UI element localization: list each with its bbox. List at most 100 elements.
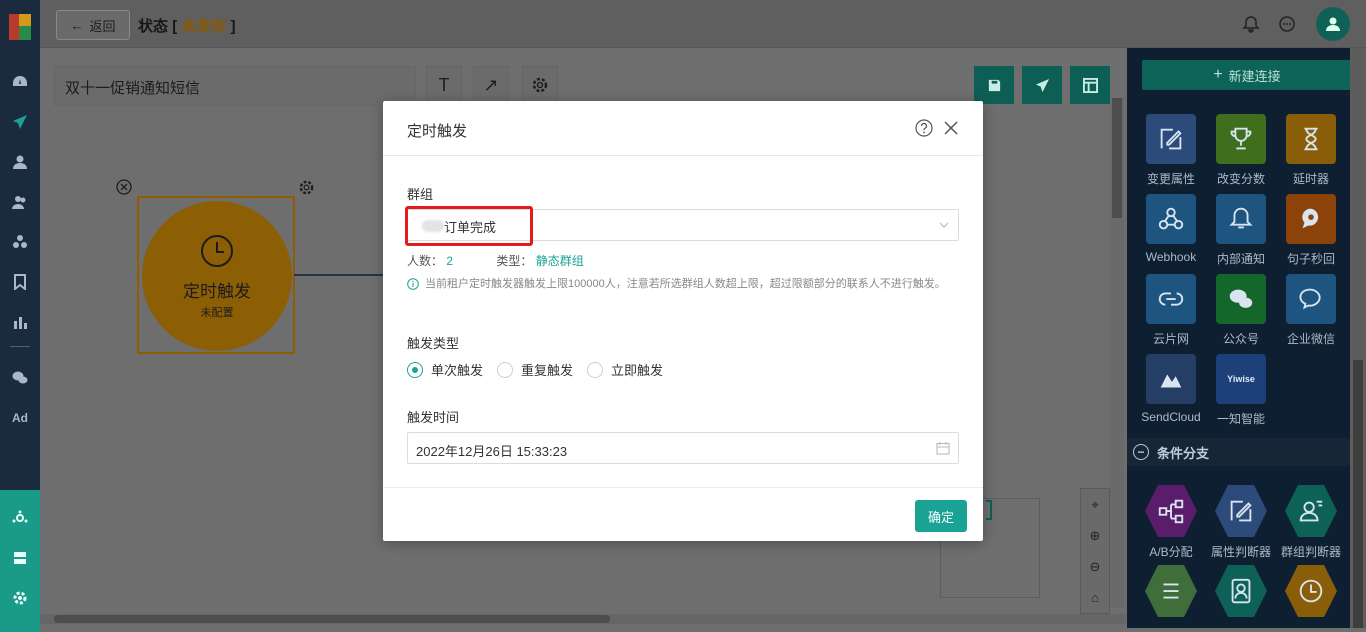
left-sidebar: Ad	[0, 0, 40, 632]
status-title: 状态 [ 未发布 ]	[138, 15, 236, 36]
back-button[interactable]: ← 返回	[56, 10, 130, 40]
clock-icon	[1285, 565, 1337, 617]
component-tile[interactable]: SendCloud	[1135, 354, 1207, 424]
publish-button[interactable]	[1022, 66, 1062, 104]
component-tile[interactable]: 内部通知	[1205, 194, 1277, 267]
server-icon[interactable]	[8, 546, 32, 570]
settings-icon[interactable]	[8, 586, 32, 610]
radio-button[interactable]	[497, 361, 514, 378]
users-icon[interactable]	[8, 190, 32, 214]
arrow-up-right-icon: ↗	[483, 74, 499, 95]
component-tile-label: 云片网	[1152, 332, 1189, 346]
layout-button[interactable]	[1070, 66, 1110, 104]
radio-immediate-trigger[interactable]: 立即触发	[587, 360, 663, 379]
radio-single-trigger[interactable]: 单次触发	[407, 360, 483, 379]
node-gear-icon[interactable]	[298, 179, 315, 196]
arrow-left-icon: ←	[70, 17, 84, 33]
dashboard-icon[interactable]	[8, 70, 32, 94]
sendcloud-icon	[1146, 354, 1196, 404]
close-icon[interactable]	[943, 120, 959, 136]
bell-icon[interactable]	[1242, 15, 1260, 33]
component-tile[interactable]	[1275, 565, 1347, 623]
group-meta: 人数： 2 类型： 静态群组	[407, 252, 584, 269]
group-label: 群组	[407, 187, 434, 202]
component-tile[interactable]: 句子秒回	[1275, 194, 1347, 267]
sitemap-icon: ⌂	[1091, 590, 1099, 605]
zoom-in-icon: ⊕	[1089, 527, 1101, 543]
component-tile[interactable]	[1205, 565, 1277, 623]
user-icon[interactable]	[8, 150, 32, 174]
fit-view-button[interactable]: ⌂	[1081, 582, 1109, 613]
zoom-in-button[interactable]: ⊕	[1081, 520, 1109, 551]
component-tile[interactable]: 改变分数	[1205, 114, 1277, 187]
save-button[interactable]	[974, 66, 1014, 104]
sidebar-divider	[10, 346, 30, 347]
component-tile[interactable]	[1135, 565, 1207, 623]
type-label: 类型：	[496, 254, 533, 268]
canvas-settings-button[interactable]	[522, 66, 558, 104]
component-tile-label: 属性判断器	[1210, 545, 1271, 559]
radio-label: 重复触发	[521, 363, 574, 378]
component-tile-label: 内部通知	[1216, 252, 1265, 266]
message-icon[interactable]	[1278, 15, 1296, 33]
bar-chart-icon[interactable]	[8, 310, 32, 334]
radio-repeat-trigger[interactable]: 重复触发	[497, 360, 573, 379]
cluster-icon[interactable]	[8, 230, 32, 254]
wechat-icon[interactable]	[8, 366, 32, 390]
send-icon[interactable]	[8, 110, 32, 134]
component-panel: + 新建连接 变更属性 改变分数 延时器 Webhook 内部通知 句子秒回云片网 公众号 企…	[1127, 48, 1350, 628]
component-tile[interactable]: 企业微信	[1275, 274, 1347, 347]
journey-name-input[interactable]: 双十一促销通知短信	[54, 66, 416, 106]
radio-button[interactable]	[587, 361, 604, 378]
confirm-button[interactable]: 确定	[915, 500, 967, 532]
component-tile[interactable]: 公众号	[1205, 274, 1277, 347]
zoom-out-button[interactable]: ⊖	[1081, 551, 1109, 582]
component-tile[interactable]: 属性判断器	[1205, 485, 1277, 560]
status-label: 状态	[138, 18, 169, 35]
condition-branch-header[interactable]: − 条件分支	[1127, 438, 1350, 466]
trigger-node-status: 未配置	[200, 306, 234, 319]
integration-icon[interactable]	[8, 506, 32, 530]
locate-button[interactable]: ⌖	[1081, 489, 1109, 520]
component-tile-label: 改变分数	[1216, 172, 1265, 186]
count-label: 人数：	[407, 254, 444, 268]
trigger-node-circle[interactable]: 定时触发 未配置	[142, 201, 292, 351]
info-icon	[407, 278, 419, 290]
ad-icon[interactable]: Ad	[8, 406, 32, 430]
component-tile[interactable]: 延时器	[1275, 114, 1347, 187]
zoom-controls: ⌖ ⊕ ⊖ ⌂	[1080, 488, 1110, 614]
status-bracket-close: ]	[230, 18, 236, 35]
sidebar-bottom-group	[0, 490, 40, 632]
user-list-icon	[1285, 485, 1337, 537]
timed-trigger-dialog: 定时触发 群组 订单完成 人数： 2 类型： 静态群组 当前租户定时触发器触发上…	[383, 101, 983, 541]
close-node-icon[interactable]	[116, 179, 132, 195]
component-tile[interactable]: 云片网	[1135, 274, 1207, 347]
component-tile[interactable]: 群组判断器	[1275, 485, 1347, 560]
new-connection-label: 新建连接	[1228, 68, 1281, 84]
new-connection-button[interactable]: + 新建连接	[1142, 60, 1350, 90]
radio-button[interactable]	[407, 361, 423, 378]
zoom-out-icon: ⊖	[1089, 558, 1101, 574]
target-icon: ⌖	[1091, 496, 1099, 512]
avatar[interactable]	[1316, 7, 1350, 41]
limit-notice-text: 当前租户定时触发器触发上限100000人，注意若所选群组人数超上限，超过限额部分…	[425, 278, 946, 290]
text-tool-button[interactable]: T	[426, 66, 462, 104]
minimap-viewport[interactable]	[986, 500, 992, 520]
arrow-tool-button[interactable]: ↗	[473, 66, 509, 104]
component-tile[interactable]: A/B分配	[1135, 485, 1207, 560]
component-tile[interactable]: Webhook	[1135, 194, 1207, 264]
work-wechat-icon	[1286, 274, 1336, 324]
component-tile[interactable]: 变更属性	[1135, 114, 1207, 187]
canvas-horizontal-scrollbar[interactable]	[40, 614, 1126, 624]
component-tile-label: SendCloud	[1141, 410, 1201, 424]
webhook-icon	[1146, 194, 1196, 244]
panel-scrollbar[interactable]	[1350, 48, 1366, 628]
trigger-node[interactable]: 定时触发 未配置	[137, 196, 295, 354]
trigger-time-picker[interactable]: 2022年12月26日 15:33:23	[407, 432, 959, 464]
component-tile[interactable]: Yiwise 一知智能	[1205, 354, 1277, 427]
canvas-vertical-scrollbar[interactable]	[1110, 98, 1124, 608]
component-tile-label: 公众号	[1222, 332, 1259, 346]
help-icon[interactable]	[915, 119, 933, 137]
condition-branch-title: 条件分支	[1157, 445, 1210, 461]
bookmark-icon[interactable]	[8, 270, 32, 294]
